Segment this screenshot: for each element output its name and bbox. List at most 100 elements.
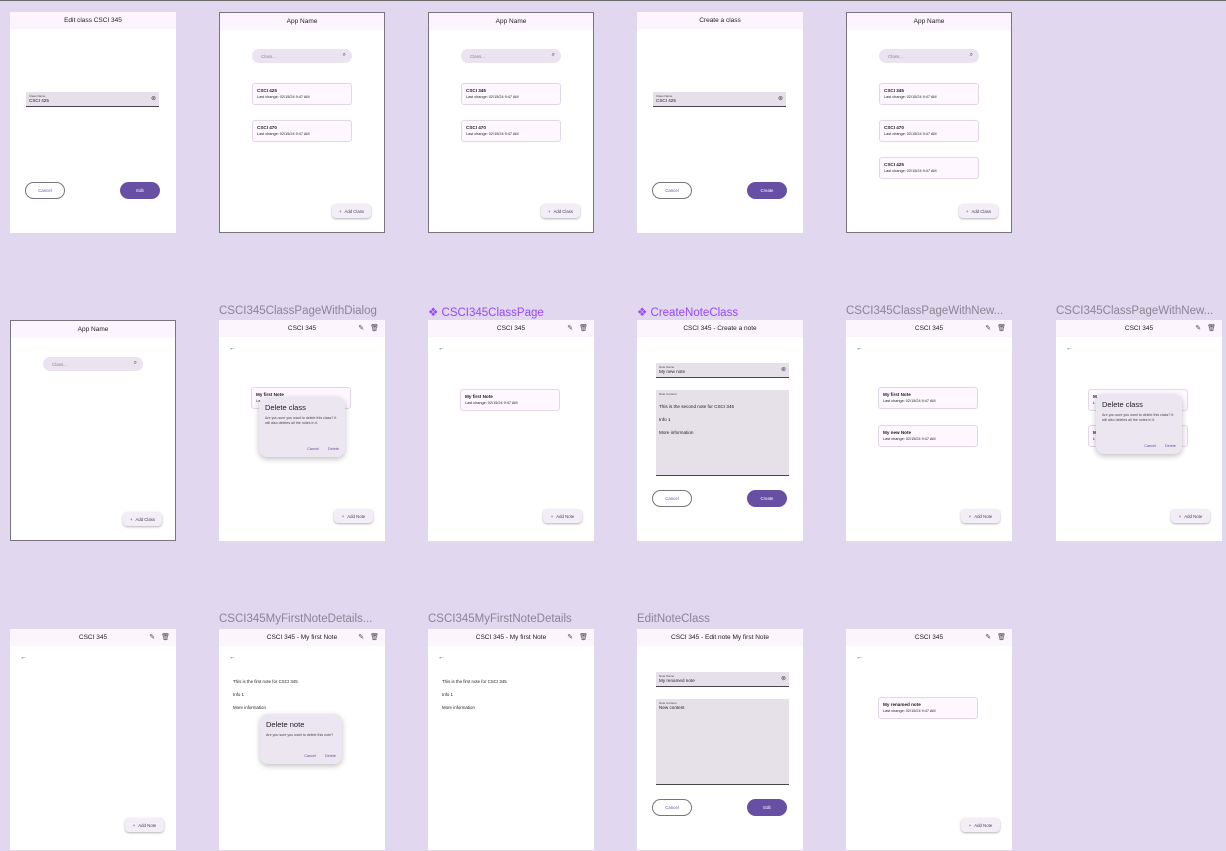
cancel-button[interactable]: Cancel — [652, 490, 692, 507]
clear-icon[interactable]: ⊗ — [151, 95, 156, 102]
fab-label: Add Note — [347, 513, 366, 519]
top-app-bar: App Name — [429, 13, 593, 30]
dialog-cancel-button[interactable]: Cancel — [307, 447, 319, 451]
delete-icon[interactable]: 🗑 — [579, 633, 588, 641]
delete-icon[interactable]: 🗑 — [997, 324, 1006, 332]
search-bar[interactable]: Class... ⌕ — [252, 49, 352, 63]
search-bar[interactable]: Class... ⌕ — [461, 49, 561, 63]
delete-icon[interactable]: 🗑 — [161, 633, 170, 641]
content-line: This is the second note for CSCI 345 — [659, 404, 735, 409]
delete-icon[interactable]: 🗑 — [1207, 324, 1216, 332]
cancel-button[interactable]: Cancel — [25, 182, 65, 199]
edit-icon[interactable]: ✎ — [1195, 324, 1201, 332]
card-subtitle: Last change: 02/15/24 9:47 AM — [883, 437, 936, 441]
delete-icon[interactable]: 🗑 — [370, 633, 379, 641]
search-icon[interactable]: ⌕ — [134, 360, 137, 367]
dialog-title: Delete note — [266, 720, 305, 729]
class-card[interactable]: CSCI 425 Last change: 02/15/24 9:47 AM — [879, 157, 979, 179]
note-card[interactable]: My first Note Last change: 02/15/24 9:47… — [878, 387, 978, 409]
card-subtitle: Last change: 02/15/24 9:47 AM — [466, 132, 519, 136]
back-arrow-icon[interactable]: ← — [856, 345, 863, 352]
class-card[interactable]: CSCI 345 Last change: 02/15/24 9:47 AM — [461, 83, 561, 105]
edit-icon[interactable]: ✎ — [149, 633, 155, 641]
search-icon[interactable]: ⌕ — [343, 52, 346, 59]
back-arrow-icon[interactable]: ← — [856, 654, 863, 661]
screen-title: CSCI 345 — [78, 634, 108, 641]
back-arrow-icon[interactable]: ← — [229, 654, 236, 661]
screen-title: CSCI 345 — [914, 634, 944, 641]
content-line: More information — [659, 430, 694, 435]
clear-icon[interactable]: ⊗ — [781, 675, 786, 682]
create-button[interactable]: Create — [747, 490, 787, 507]
note-content-field[interactable]: Note Content This is the second note for… — [656, 390, 789, 476]
edit-icon[interactable]: ✎ — [358, 324, 364, 332]
edit-button[interactable]: Edit — [120, 182, 160, 199]
add-note-button[interactable]: + Add Note — [961, 818, 1000, 832]
search-bar[interactable]: Class... ⌕ — [43, 357, 143, 371]
note-line: This is the first note for CSCI 345 — [442, 679, 507, 684]
back-arrow-icon[interactable]: ← — [20, 654, 27, 661]
dialog-delete-button[interactable]: Delete — [325, 754, 336, 758]
dialog-cancel-button[interactable]: Cancel — [304, 754, 316, 758]
class-card[interactable]: CSCI 470 Last change: 02/15/24 9:47 AM — [252, 120, 352, 142]
top-app-bar: CSCI 345 - My first Note ✎ 🗑 — [428, 629, 594, 646]
back-arrow-icon[interactable]: ← — [438, 654, 445, 661]
note-card[interactable]: My first Note Last change: 02/15/24 9:47… — [460, 389, 560, 411]
add-class-button[interactable]: + Add Class — [959, 204, 998, 218]
screen-title: App Name — [495, 18, 527, 25]
add-note-button[interactable]: + Add Note — [125, 818, 164, 832]
add-class-button[interactable]: + Add Class — [123, 512, 162, 526]
clear-icon[interactable]: ⊗ — [781, 366, 786, 373]
edit-icon[interactable]: ✎ — [985, 324, 991, 332]
cancel-button[interactable]: Cancel — [652, 799, 692, 816]
fab-label: Add Note — [974, 513, 993, 519]
search-placeholder: Class... — [261, 53, 277, 59]
note-card[interactable]: My new Note Last change: 02/15/24 9:47 A… — [878, 425, 978, 447]
back-arrow-icon[interactable]: ← — [438, 345, 445, 352]
back-arrow-icon[interactable]: ← — [229, 345, 236, 352]
class-card[interactable]: CSCI 470 Last change: 02/15/24 9:47 AM — [879, 120, 979, 142]
clear-icon[interactable]: ⊗ — [778, 95, 783, 102]
search-bar[interactable]: Class... ⌕ — [879, 49, 979, 63]
class-card[interactable]: CSCI 470 Last change: 02/15/24 9:47 AM — [461, 120, 561, 142]
edit-icon[interactable]: ✎ — [567, 633, 573, 641]
note-name-field[interactable]: Note Name My renamed note ⊗ — [656, 672, 789, 687]
note-content-field[interactable]: Note Content New content — [656, 699, 789, 785]
dialog-delete-button[interactable]: Delete — [328, 447, 339, 451]
search-icon[interactable]: ⌕ — [552, 52, 555, 59]
dialog-cancel-button[interactable]: Cancel — [1144, 444, 1156, 448]
note-card[interactable]: My renamed note Last change: 02/15/24 9:… — [878, 697, 978, 719]
edit-button[interactable]: Edit — [747, 799, 787, 816]
edit-icon[interactable]: ✎ — [985, 633, 991, 641]
delete-icon[interactable]: 🗑 — [997, 633, 1006, 641]
delete-icon[interactable]: 🗑 — [579, 324, 588, 332]
add-note-button[interactable]: + Add Note — [543, 509, 582, 523]
plus-icon: + — [547, 208, 551, 214]
frame-class-page-dialog: CSCI 345 ✎ 🗑 ← My first Note La Delete cl… — [219, 320, 385, 541]
top-app-bar: App Name — [11, 321, 175, 338]
add-note-button[interactable]: + Add Note — [1171, 509, 1210, 523]
note-name-field[interactable]: Note Name My new note ⊗ — [656, 363, 789, 378]
add-class-button[interactable]: + Add Class — [332, 204, 371, 218]
top-app-bar: CSCI 345 ✎ 🗑 — [10, 629, 176, 646]
search-icon[interactable]: ⌕ — [970, 52, 973, 59]
add-note-button[interactable]: + Add Note — [334, 509, 373, 523]
class-name-field[interactable]: Class Name CSCI 425 ⊗ — [26, 92, 159, 107]
dialog-body: Are you sure you want to delete this cla… — [265, 416, 337, 425]
edit-icon[interactable]: ✎ — [567, 324, 573, 332]
class-name-field[interactable]: Class Name CSCI 425 ⊗ — [653, 92, 786, 107]
class-card[interactable]: CSCI 425 Last change: 02/15/24 9:47 AM — [252, 83, 352, 105]
back-arrow-icon[interactable]: ← — [1066, 345, 1073, 352]
field-value: CSCI 425 — [656, 98, 676, 103]
edit-icon[interactable]: ✎ — [358, 633, 364, 641]
dialog-delete-button[interactable]: Delete — [1165, 444, 1176, 448]
component-icon: ❖ — [637, 307, 648, 319]
field-value: My renamed note — [659, 678, 695, 683]
delete-icon[interactable]: 🗑 — [370, 324, 379, 332]
fab-label: Add Note — [974, 822, 993, 828]
add-class-button[interactable]: + Add Class — [541, 204, 580, 218]
create-button[interactable]: Create — [747, 182, 787, 199]
cancel-button[interactable]: Cancel — [652, 182, 692, 199]
class-card[interactable]: CSCI 345 Last change: 02/15/24 9:47 AM — [879, 83, 979, 105]
add-note-button[interactable]: + Add Note — [961, 509, 1000, 523]
